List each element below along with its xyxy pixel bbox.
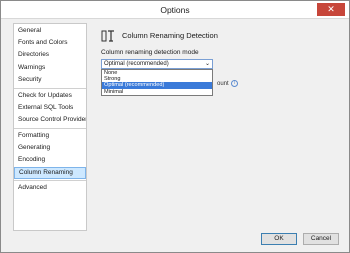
sidebar-item-check-for-updates[interactable]: Check for Updates [14,90,86,102]
sidebar-group-tools: Check for Updates External SQL Tools Sou… [14,90,86,127]
title-bar: Options ✕ [1,1,349,19]
chevron-down-icon: ⌄ [204,61,210,67]
dialog-footer: OK Cancel [1,233,349,253]
detection-mode-dropdown: None Strong Optimal (recommended) Minima… [101,69,213,96]
options-content: Column Renaming Detection Column renamin… [93,23,341,231]
sidebar-item-generating[interactable]: Generating [14,142,86,154]
sidebar-item-external-sql-tools[interactable]: External SQL Tools [14,102,86,114]
sidebar-divider [14,128,86,129]
sidebar-item-warnings[interactable]: Warnings [14,62,86,74]
sidebar-divider [14,88,86,89]
options-sidebar: General Fonts and Colors Directories War… [13,23,87,231]
sidebar-item-general[interactable]: General [14,25,86,37]
sidebar-item-column-renaming[interactable]: Column Renaming [14,166,86,179]
sidebar-item-encoding[interactable]: Encoding [14,154,86,166]
cancel-button[interactable]: Cancel [303,233,339,245]
obscured-option-label: ount [217,81,229,87]
options-window: Options ✕ General Fonts and Colors Direc… [0,0,350,253]
sidebar-divider [14,180,86,181]
sidebar-group-advanced: Advanced [14,182,86,194]
sidebar-group-environment: General Fonts and Colors Directories War… [14,25,86,86]
option-minimal[interactable]: Minimal [102,89,212,95]
sidebar-group-generation: Formatting Generating Encoding Column Re… [14,130,86,179]
info-icon[interactable]: i [231,80,238,87]
ok-button[interactable]: OK [261,233,297,245]
window-title: Options [160,5,190,15]
sidebar-item-fonts-and-colors[interactable]: Fonts and Colors [14,37,86,49]
sidebar-item-advanced[interactable]: Advanced [14,182,86,194]
sidebar-item-source-control-providers[interactable]: Source Control Providers [14,114,86,126]
sidebar-item-formatting[interactable]: Formatting [14,130,86,142]
close-button[interactable]: ✕ [317,3,345,16]
sidebar-item-security[interactable]: Security [14,74,86,86]
sidebar-item-directories[interactable]: Directories [14,49,86,61]
detection-mode-label: Column renaming detection mode [101,49,199,56]
column-renaming-icon [101,30,114,42]
section-title: Column Renaming Detection [122,31,218,40]
detection-mode-select[interactable]: Optimal (recommended) ⌄ [101,59,213,69]
select-value: Optimal (recommended) [104,61,169,67]
